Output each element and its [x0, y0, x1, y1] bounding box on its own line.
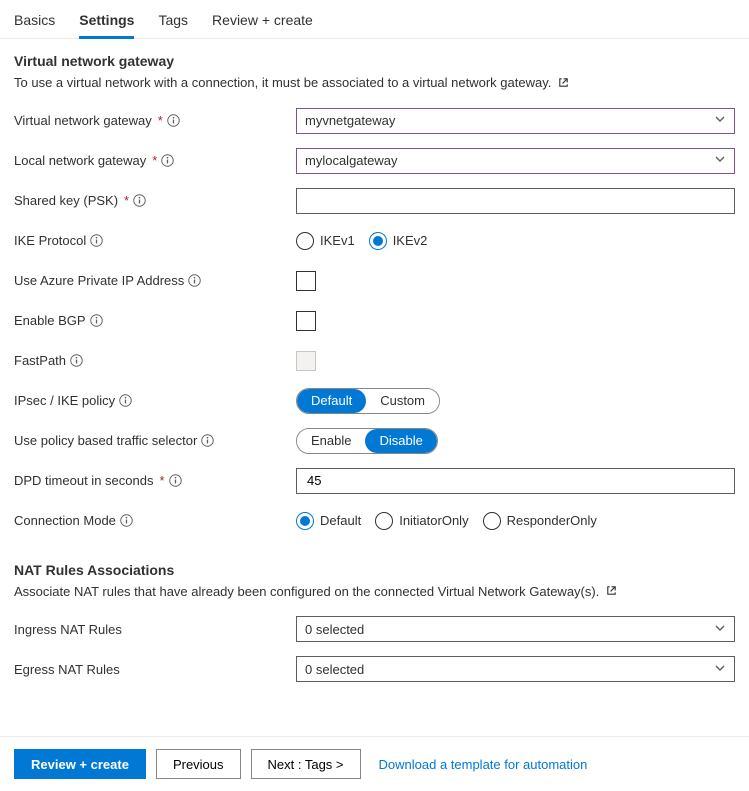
ike-v1-radio[interactable]: IKEv1 [296, 232, 355, 250]
fastpath-checkbox [296, 351, 316, 371]
label-policy-traffic-selector: Use policy based traffic selector [14, 433, 197, 448]
info-icon[interactable] [70, 354, 83, 367]
required-indicator: * [124, 193, 129, 208]
ingress-nat-select[interactable]: 0 selected [296, 616, 735, 642]
local-network-gateway-select[interactable]: mylocalgateway [296, 148, 735, 174]
info-icon[interactable] [120, 514, 133, 527]
label-shared-key: Shared key (PSK) [14, 193, 118, 208]
external-link-icon[interactable] [557, 76, 570, 92]
connmode-responder-radio[interactable]: ResponderOnly [483, 512, 597, 530]
ipsec-default-option[interactable]: Default [297, 389, 366, 413]
section-heading-nat: NAT Rules Associations [14, 562, 735, 578]
label-virtual-network-gateway: Virtual network gateway [14, 113, 152, 128]
info-icon[interactable] [90, 314, 103, 327]
ipsec-custom-option[interactable]: Custom [366, 389, 439, 413]
pbts-disable-option[interactable]: Disable [365, 429, 436, 453]
dpd-timeout-input[interactable] [296, 468, 735, 494]
chevron-down-icon [714, 662, 726, 677]
info-icon[interactable] [188, 274, 201, 287]
required-indicator: * [158, 113, 163, 128]
label-egress-nat: Egress NAT Rules [14, 662, 120, 677]
required-indicator: * [152, 153, 157, 168]
info-icon[interactable] [90, 234, 103, 247]
previous-button[interactable]: Previous [156, 749, 241, 779]
label-local-network-gateway: Local network gateway [14, 153, 146, 168]
tab-settings[interactable]: Settings [79, 6, 134, 39]
section-heading-vng: Virtual network gateway [14, 53, 735, 69]
label-ipsec-policy: IPsec / IKE policy [14, 393, 115, 408]
label-enable-bgp: Enable BGP [14, 313, 86, 328]
info-icon[interactable] [161, 154, 174, 167]
label-fastpath: FastPath [14, 353, 66, 368]
ike-v2-radio[interactable]: IKEv2 [369, 232, 428, 250]
info-icon[interactable] [169, 474, 182, 487]
download-template-link[interactable]: Download a template for automation [379, 757, 588, 772]
info-icon[interactable] [119, 394, 132, 407]
policy-traffic-selector-toggle: Enable Disable [296, 428, 438, 454]
tabs: Basics Settings Tags Review + create [0, 0, 749, 39]
label-dpd-timeout: DPD timeout in seconds [14, 473, 153, 488]
chevron-down-icon [714, 622, 726, 637]
section-desc-nat: Associate NAT rules that have already be… [14, 584, 735, 601]
tab-review-create[interactable]: Review + create [212, 6, 313, 39]
pbts-enable-option[interactable]: Enable [297, 429, 365, 453]
label-ingress-nat: Ingress NAT Rules [14, 622, 122, 637]
connmode-initiator-radio[interactable]: InitiatorOnly [375, 512, 468, 530]
label-connection-mode: Connection Mode [14, 513, 116, 528]
review-create-button[interactable]: Review + create [14, 749, 146, 779]
required-indicator: * [159, 473, 164, 488]
virtual-network-gateway-select[interactable]: myvnetgateway [296, 108, 735, 134]
ipsec-policy-toggle: Default Custom [296, 388, 440, 414]
chevron-down-icon [714, 153, 726, 168]
connmode-default-radio[interactable]: Default [296, 512, 361, 530]
next-button[interactable]: Next : Tags > [251, 749, 361, 779]
info-icon[interactable] [201, 434, 214, 447]
info-icon[interactable] [133, 194, 146, 207]
egress-nat-select[interactable]: 0 selected [296, 656, 735, 682]
use-private-ip-checkbox[interactable] [296, 271, 316, 291]
tab-basics[interactable]: Basics [14, 6, 55, 39]
shared-key-input[interactable] [296, 188, 735, 214]
external-link-icon[interactable] [605, 584, 618, 600]
chevron-down-icon [714, 113, 726, 128]
tab-tags[interactable]: Tags [158, 6, 188, 39]
label-ike-protocol: IKE Protocol [14, 233, 86, 248]
section-desc-vng: To use a virtual network with a connecti… [14, 75, 735, 92]
footer: Review + create Previous Next : Tags > D… [0, 736, 749, 791]
info-icon[interactable] [167, 114, 180, 127]
enable-bgp-checkbox[interactable] [296, 311, 316, 331]
label-use-private-ip: Use Azure Private IP Address [14, 273, 184, 288]
